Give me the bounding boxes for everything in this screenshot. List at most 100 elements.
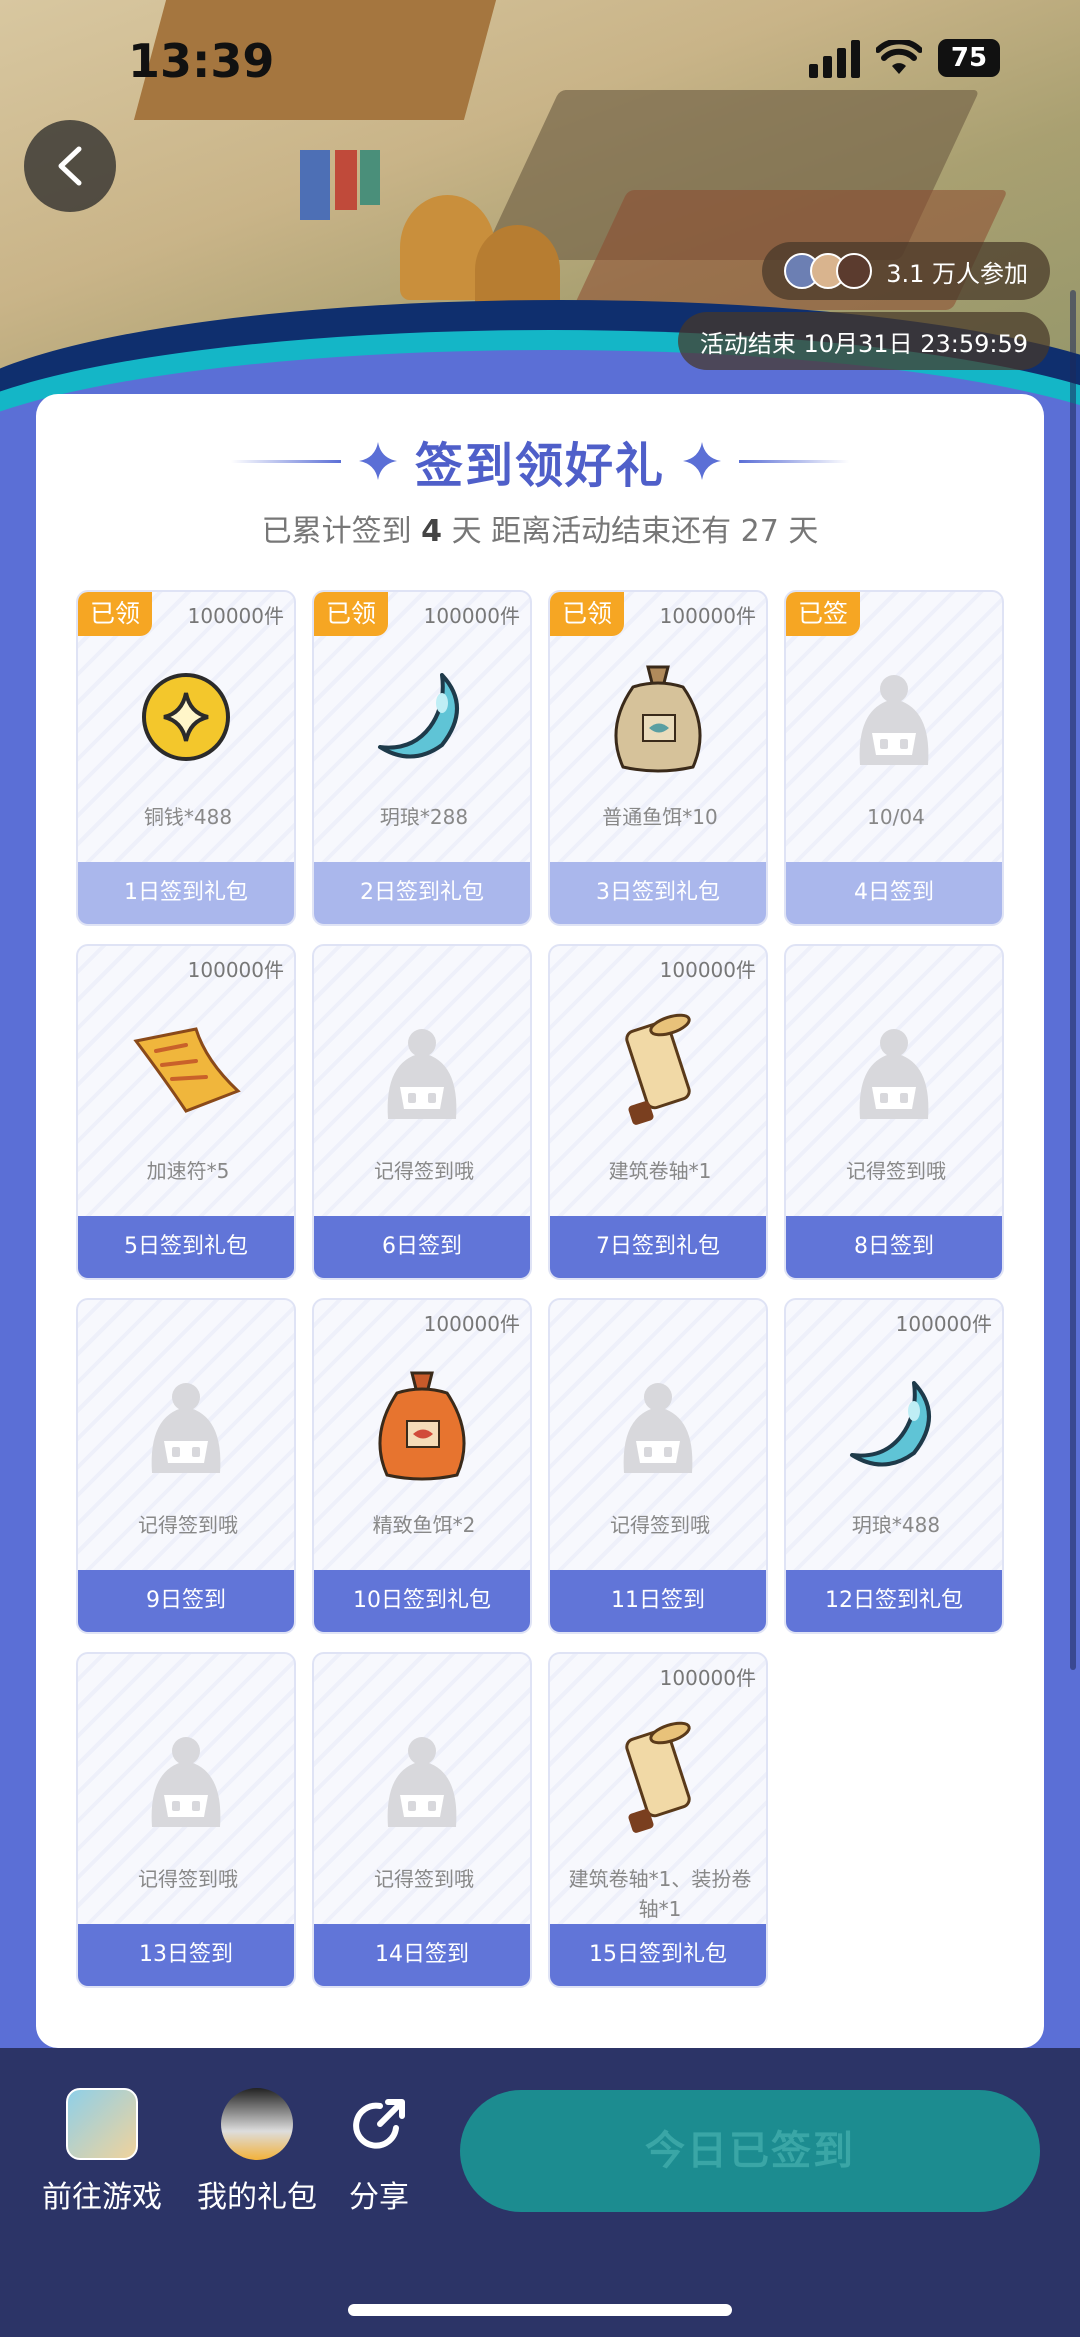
participants-text: 3.1 万人参加 [886, 259, 1028, 288]
reward-name: 玥琅*288 [379, 805, 469, 829]
reward-name: 记得签到哦 [138, 1513, 238, 1537]
participants-badge: 3.1 万人参加 [762, 242, 1050, 300]
bait-bag-icon [550, 652, 766, 782]
scrollbar[interactable] [1070, 290, 1076, 1670]
chevron-left-icon [58, 146, 82, 186]
placeholder-icon [78, 1714, 294, 1844]
reward-quantity: 100000件 [659, 1666, 756, 1690]
claimed-badge: 已领 [78, 592, 153, 636]
reward-name: 建筑卷轴*1、装扮卷轴*1 [568, 1867, 752, 1921]
participant-avatars [784, 253, 873, 289]
share-button[interactable]: 分享 [344, 2088, 414, 2216]
sparkle-icon [683, 442, 721, 480]
placeholder-icon [78, 1360, 294, 1490]
checkin-day-card[interactable]: 已领 100000件普通鱼饵*10 3日签到礼包 [548, 590, 768, 926]
sparkle-icon [358, 442, 397, 480]
coin-icon [78, 652, 294, 782]
go-to-game-button[interactable]: 前往游戏 [40, 2088, 164, 2216]
day-label: 10日签到礼包 [314, 1570, 530, 1632]
day-label: 9日签到 [78, 1570, 294, 1632]
checkin-card: 签到领好礼 已累计签到 4 天 距离活动结束还有 27 天 已领 100000件铜… [36, 394, 1044, 2048]
wifi-icon [876, 40, 922, 74]
battery-icon: 75 [938, 39, 1000, 77]
reward-quantity: 100000件 [423, 604, 520, 628]
reward-quantity: 100000件 [423, 1312, 520, 1336]
placeholder-icon [314, 1714, 530, 1844]
reward-quantity: 100000件 [187, 604, 284, 628]
reward-name: 10/04 [867, 805, 925, 829]
fine-bait-bag-icon [314, 1360, 530, 1490]
day-label: 4日签到 [786, 862, 1002, 924]
day-label: 15日签到礼包 [550, 1924, 766, 1986]
checkin-day-card[interactable]: 100000件玥琅*488 12日签到礼包 [784, 1298, 1004, 1634]
my-gifts-button[interactable]: 我的礼包 [192, 2088, 322, 2216]
day-label: 7日签到礼包 [550, 1216, 766, 1278]
day-label: 2日签到礼包 [314, 862, 530, 924]
checkin-progress-text: 已累计签到 4 天 距离活动结束还有 27 天 [261, 514, 819, 549]
day-label: 13日签到 [78, 1924, 294, 1986]
reward-quantity: 100000件 [659, 604, 756, 628]
share-label: 分享 [349, 2180, 409, 2215]
reward-name: 玥琅*488 [851, 1513, 941, 1537]
day-label: 5日签到礼包 [78, 1216, 294, 1278]
day-label: 11日签到 [550, 1570, 766, 1632]
card-title-row: 签到领好礼 [36, 426, 1044, 496]
placeholder-icon [786, 652, 1002, 782]
checkin-day-card[interactable]: 记得签到哦 8日签到 [784, 944, 1004, 1280]
signal-icon [809, 38, 860, 78]
day-label: 1日签到礼包 [78, 862, 294, 924]
status-icons: 75 [809, 38, 1000, 78]
checkin-day-card[interactable]: 已领 100000件 铜钱*488 1日签到礼包 [76, 590, 296, 926]
signed-today-button[interactable]: 今日已签到 [460, 2090, 1040, 2212]
day-label: 12日签到礼包 [786, 1570, 1002, 1632]
reward-name: 记得签到哦 [610, 1513, 710, 1537]
game-app-icon [66, 2088, 138, 2160]
event-end-time: 活动结束 10月31日 23:59:59 [677, 312, 1050, 370]
checkin-day-card[interactable]: 记得签到哦 6日签到 [312, 944, 532, 1280]
checkin-day-card[interactable]: 100000件 精致鱼饵*2 10日签到礼包 [312, 1298, 532, 1634]
gift-avatar-icon [221, 2088, 293, 2160]
checkin-day-card[interactable]: 记得签到哦 9日签到 [76, 1298, 296, 1634]
reward-name: 建筑卷轴*1 [608, 1159, 712, 1183]
reward-quantity: 100000件 [659, 958, 756, 982]
card-title: 签到领好礼 [414, 438, 665, 494]
reward-name: 记得签到哦 [138, 1867, 238, 1891]
day-label: 3日签到礼包 [550, 862, 766, 924]
bottom-action-bar: 前往游戏 我的礼包 分享 今日已签到 [0, 2048, 1080, 2337]
reward-name: 加速符*5 [146, 1159, 230, 1183]
scroll-icon [550, 1714, 766, 1844]
signed-days-count: 4 [421, 514, 443, 549]
checkin-day-card[interactable]: 记得签到哦 14日签到 [312, 1652, 532, 1988]
placeholder-icon [786, 1006, 1002, 1136]
claimed-badge: 已签 [786, 592, 861, 636]
checkin-day-card[interactable]: 已领 100000件玥琅*288 2日签到礼包 [312, 590, 532, 926]
placeholder-icon [550, 1360, 766, 1490]
placeholder-icon [314, 1006, 530, 1136]
checkin-day-card[interactable]: 100000件加速符*5 5日签到礼包 [76, 944, 296, 1280]
my-gifts-label: 我的礼包 [197, 2180, 317, 2215]
talisman-icon [78, 1006, 294, 1136]
scroll-icon [550, 1006, 766, 1136]
crescent-gem-icon [314, 652, 530, 782]
claimed-badge: 已领 [314, 592, 389, 636]
checkin-day-card[interactable]: 记得签到哦 11日签到 [548, 1298, 768, 1634]
reward-quantity: 100000件 [895, 1312, 992, 1336]
back-button[interactable] [24, 120, 116, 212]
reward-quantity: 100000件 [187, 958, 284, 982]
day-label: 6日签到 [314, 1216, 530, 1278]
day-label: 8日签到 [786, 1216, 1002, 1278]
go-to-game-label: 前往游戏 [42, 2180, 162, 2215]
event-end-text: 活动结束 10月31日 23:59:59 [699, 329, 1028, 358]
crescent-gem-icon [786, 1360, 1002, 1490]
reward-name: 普通鱼饵*10 [602, 805, 718, 829]
home-indicator[interactable] [348, 2304, 732, 2316]
checkin-day-card[interactable]: 100000件建筑卷轴*1 7日签到礼包 [548, 944, 768, 1280]
reward-name: 记得签到哦 [374, 1867, 474, 1891]
remaining-days-count: 27 [740, 514, 779, 549]
claimed-badge: 已领 [550, 592, 625, 636]
checkin-day-grid: 已领 100000件 铜钱*488 1日签到礼包 已领 100000件 玥琅*288 2日签到… [76, 590, 1004, 1988]
checkin-day-card[interactable]: 100000件建筑卷轴*1、装扮卷轴*1 15日签到礼包 [548, 1652, 768, 1988]
checkin-day-card[interactable]: 已签 10/04 4日签到 [784, 590, 1004, 926]
checkin-day-card[interactable]: 记得签到哦 13日签到 [76, 1652, 296, 1988]
day-label: 14日签到 [314, 1924, 530, 1986]
